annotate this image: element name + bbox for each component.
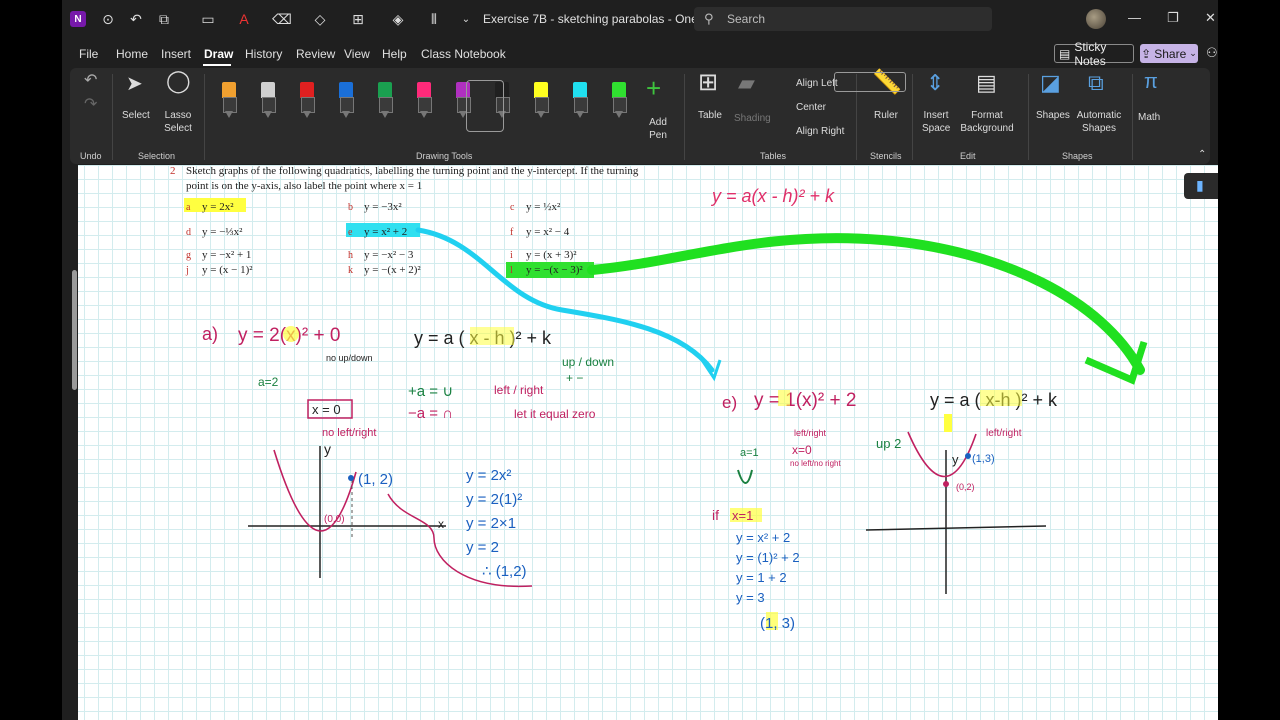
question-number: 2 [170,165,176,177]
working-line-e-2: y = (1)² + 2 [736,550,800,565]
part-letter-g: g [186,250,191,261]
working-line-a-1: y = 2x² [466,467,511,484]
graph-a-point [348,475,354,481]
highlight-l-a [944,414,952,432]
page-content: 2 Sketch graphs of the following quadrat… [170,165,1148,632]
working-line-e-4: y = 3 [736,590,765,605]
part-letter-k: k [348,265,353,276]
part-equation-h: y = −x² − 3 [364,249,414,261]
part-letter-e: e [348,227,353,238]
e-point: (1, 3) [760,615,795,632]
arrow-to-part-l [587,233,1145,375]
working-line-e-1: y = x² + 2 [736,530,790,545]
part-letter-b: b [348,202,353,213]
part-letter-j: j [185,265,189,276]
graph-l-vertex-label: (0,2) [956,482,975,492]
no-updown-note: no up/down [326,353,373,363]
negative-a-note: −a = ∩ [408,405,453,422]
part-equation-e: y = x² + 2 [364,226,407,238]
part-e-equation: y = 1(x)² + 2 [754,390,856,411]
part-equation-g: y = −x² + 1 [202,249,251,261]
origin-label: (0,0) [324,514,345,525]
working-line-a-2: y = 2(1)² [466,491,522,508]
working-line-a-5: ∴ (1,2) [482,563,527,580]
part-letter-l: l [510,265,513,276]
part-letter-h: h [348,250,353,261]
e-a-equals-1: a=1 [740,447,759,459]
part-equation-a: y = 2x² [202,201,234,213]
arrowhead-l [1084,340,1148,385]
highlight-x [283,326,299,342]
part-a-label: a) [202,324,218,344]
e-no-leftright: no left/no right [790,459,841,468]
part-equation-f: y = x² − 4 [526,226,570,238]
graph-l-point-label: (1,3) [972,453,995,465]
part-e-label: e) [722,393,737,412]
graph-a-x-label: x [438,517,444,531]
e-x-zero: x=0 [792,443,812,457]
part-equation-k: y = −(x + 2)² [364,264,421,276]
part-letter-f: f [510,227,514,238]
let-equal-zero-note: let it equal zero [514,407,596,421]
no-leftright-note: no left/right [322,427,376,439]
plus-minus-note: + − [566,371,583,385]
part-letter-a: a [186,202,191,213]
part-e-working: y = x² + 2 y = (1)² + 2 y = 1 + 2 y = 3 [736,530,800,605]
part-equation-i: y = (x + 3)² [526,249,577,261]
left-right-note: left / right [494,383,544,397]
part-equation-j: y = (x − 1)² [202,264,253,276]
e-cup-shape [737,469,753,484]
graph-l-y-label: y [952,452,959,467]
part-a-working: y = 2x² y = 2(1)² y = 2×1 y = 2 ∴ (1,2) [466,467,527,580]
part-equation-l: y = −(x − 3)² [526,264,583,276]
positive-a-note: +a = ∪ [408,383,453,400]
vertex-form-formula: y = a(x - h)² + k [710,186,835,206]
graph-l-x-axis [865,525,1047,531]
onenote-window: N ⊙ ↶ ⧉ ▭ A ⌫ ◇ ⊞ ◈ ⦀ ⌄ Exercise 7B - sk… [62,0,1218,720]
graph-l-vertex [943,481,949,487]
part-equation-c: y = ½x² [526,201,561,213]
highlight-a-one [778,390,790,406]
working-line-a-3: y = 2×1 [466,515,516,532]
highlight-x-minus-h [470,327,514,345]
part-letter-i: i [510,250,513,261]
part-letter-d: d [186,227,191,238]
x-equals-0: x = 0 [312,402,341,417]
working-line-e-3: y = 1 + 2 [736,570,787,585]
working-line-a-4: y = 2 [466,539,499,556]
a-equals-2: a=2 [258,375,279,389]
e-x-equals-1: x=1 [732,508,753,523]
point-1-2: (1, 2) [358,471,393,488]
graph-a-y-label: y [324,441,331,457]
part-equation-d: y = −⅓x² [202,226,243,238]
l-left-right-note: left/right [986,428,1022,439]
highlight-l-x-minus-h [980,390,1022,406]
e-if: if [712,507,719,523]
question-text-line2: point is on the y-axis, also label the p… [186,180,422,192]
up-down-note: up / down [562,355,614,369]
e-up-2: up 2 [876,436,901,451]
question-text-line1: Sketch graphs of the following quadratic… [186,165,639,177]
e-left-right-note: left/right [794,428,827,438]
graph-l-point [965,453,971,459]
part-equation-b: y = −3x² [364,201,402,213]
part-letter-c: c [510,202,515,213]
